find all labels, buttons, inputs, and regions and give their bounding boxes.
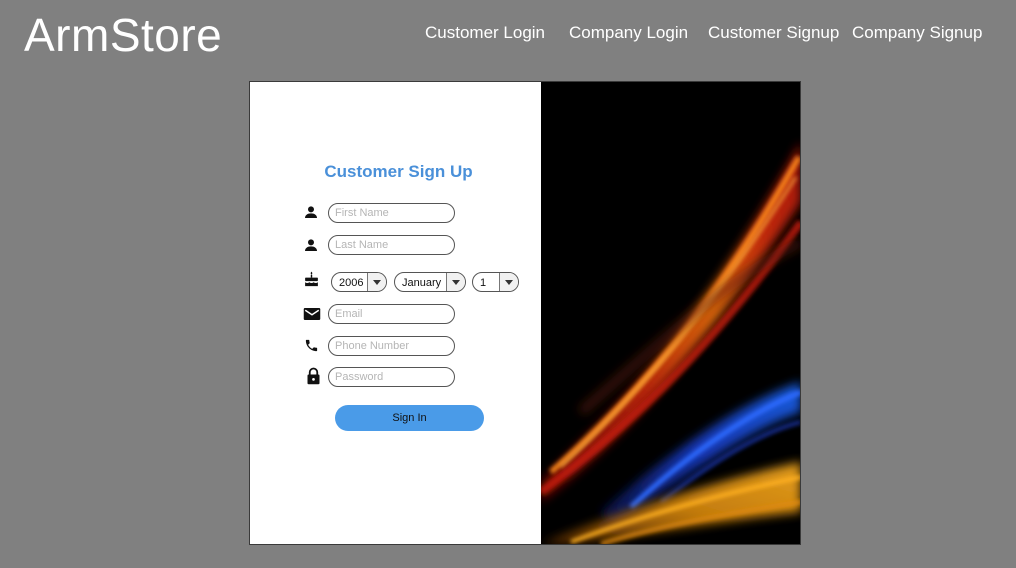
birth-year-select[interactable]: 2006 <box>331 272 387 292</box>
phone-icon <box>304 338 322 356</box>
first-name-input[interactable] <box>328 203 455 223</box>
nav-customer-login[interactable]: Customer Login <box>425 23 545 43</box>
abstract-color-streaks <box>541 82 800 544</box>
person-icon <box>303 237 321 255</box>
logo[interactable]: ArmStore <box>24 8 222 62</box>
nav-company-login[interactable]: Company Login <box>569 23 688 43</box>
chevron-down-icon <box>446 273 465 291</box>
birth-month-select[interactable]: January <box>394 272 466 292</box>
nav-company-signup[interactable]: Company Signup <box>852 23 982 43</box>
password-input[interactable] <box>328 367 455 387</box>
phone-input[interactable] <box>328 336 455 356</box>
person-icon <box>303 204 321 222</box>
last-name-input[interactable] <box>328 235 455 255</box>
header: ArmStore Customer Login Company Login Cu… <box>0 0 1016 72</box>
cake-icon <box>303 270 321 288</box>
email-input[interactable] <box>328 304 455 324</box>
chevron-down-icon <box>367 273 386 291</box>
lock-icon <box>306 367 324 385</box>
sign-in-button[interactable]: Sign In <box>335 405 484 431</box>
signup-card: Customer Sign Up 2006 January 1 <box>249 81 801 545</box>
mail-icon <box>303 306 321 324</box>
form-title: Customer Sign Up <box>324 162 473 181</box>
decorative-image <box>541 82 800 544</box>
chevron-down-icon <box>499 273 518 291</box>
birth-day-select[interactable]: 1 <box>472 272 519 292</box>
nav-customer-signup[interactable]: Customer Signup <box>708 23 839 43</box>
signup-form-panel: Customer Sign Up 2006 January 1 <box>250 82 541 544</box>
